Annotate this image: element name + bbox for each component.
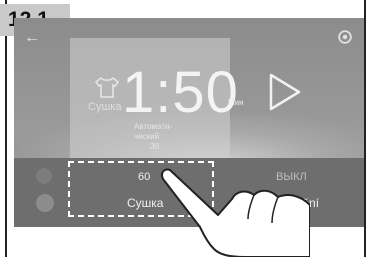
- program-label: Сушка: [88, 101, 122, 113]
- frame-right-line: [364, 0, 366, 257]
- indicator-dot-bottom: [36, 194, 54, 212]
- time-display: 1:50: [122, 60, 239, 125]
- frame-left-line: [5, 0, 7, 257]
- option-line-1: Автомати-: [134, 122, 173, 131]
- play-icon[interactable]: [268, 72, 302, 112]
- gear-icon[interactable]: [336, 28, 354, 46]
- dry-value: 60: [138, 171, 151, 183]
- pointing-hand-icon: [160, 168, 310, 257]
- time-unit: Мин: [228, 98, 244, 107]
- shirt-icon: [94, 77, 120, 98]
- option-line-3: 30: [150, 142, 159, 151]
- option-line-2: ческий: [134, 132, 160, 141]
- back-arrow-icon[interactable]: ←: [24, 30, 40, 46]
- indicator-dot-top: [36, 168, 52, 184]
